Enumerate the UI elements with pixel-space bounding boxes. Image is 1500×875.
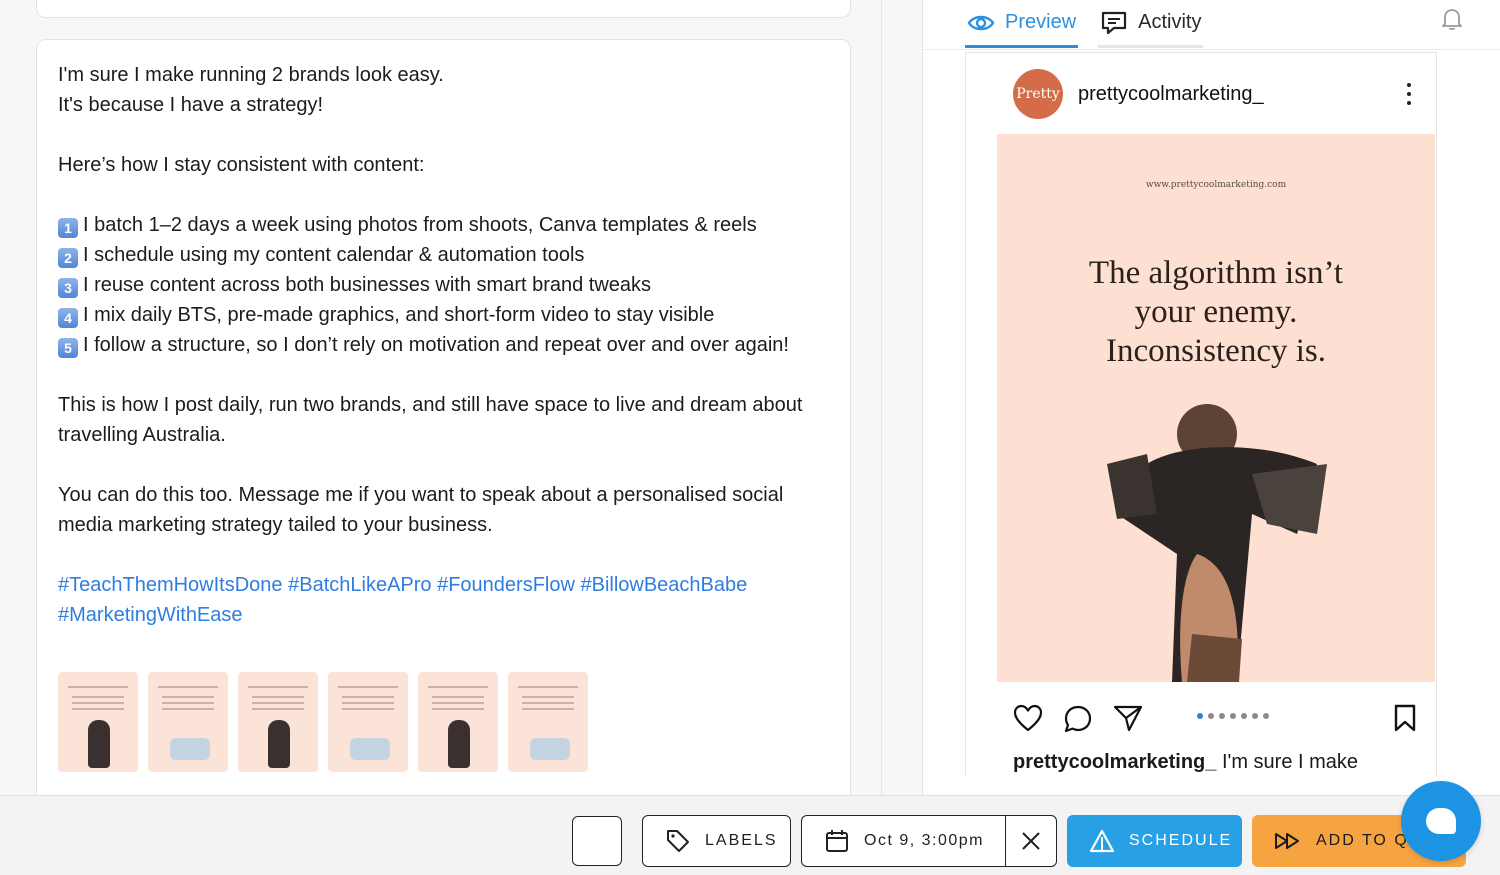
close-icon (1022, 832, 1040, 850)
avatar-text: Pretty (1016, 86, 1060, 102)
media-thumbnail[interactable] (58, 672, 138, 772)
tab-preview-label: Preview (1005, 11, 1077, 33)
comment-icon (1102, 11, 1127, 34)
send-icon[interactable] (1113, 704, 1143, 732)
carousel-dot (1252, 713, 1258, 719)
post-image: www.prettycoolmarketing.com The algorith… (997, 134, 1435, 682)
carousel-dot (1230, 713, 1236, 719)
tab-activity-label: Activity (1138, 11, 1202, 33)
tab-preview[interactable]: Preview (965, 0, 1079, 48)
bookmark-icon[interactable] (1393, 704, 1417, 732)
message-bubble-icon[interactable] (1063, 704, 1093, 734)
step-text: I follow a structure, so I don’t rely on… (83, 334, 789, 356)
keycap-number-icon: 4 (58, 308, 78, 328)
media-thumbnail[interactable] (328, 672, 408, 772)
carousel-dot (1219, 713, 1225, 719)
column-divider (881, 0, 882, 795)
caption-line: I'm sure I make running 2 brands look ea… (58, 64, 444, 86)
schedule-date-picker[interactable]: Oct 9, 3:00pm (801, 815, 1005, 867)
caption-paragraph: You can do this too. Message me if you w… (58, 484, 784, 536)
schedule-button-label: SCHEDULE (1129, 832, 1233, 849)
person-with-towel-illustration (1107, 404, 1327, 682)
labels-button-label: LABELS (705, 832, 778, 849)
caption-step: 1I batch 1–2 days a week using photos fr… (58, 210, 818, 240)
instagram-post-card: Pretty prettycoolmarketing_ www.prettyco… (997, 54, 1435, 772)
carousel-dot (1197, 713, 1203, 719)
post-username: prettycoolmarketing_ (1078, 82, 1264, 105)
caption-line: Here’s how I stay consistent with conten… (58, 154, 425, 176)
carousel-indicator (1197, 713, 1269, 719)
caption-username: prettycoolmarketing_ (1013, 751, 1217, 773)
schedule-triangle-icon (1089, 829, 1115, 853)
post-caption-preview: prettycoolmarketing_ I'm sure I make (997, 752, 1435, 772)
schedule-date-value: Oct 9, 3:00pm (864, 832, 984, 849)
support-chat-button[interactable] (1401, 781, 1481, 861)
carousel-dot (1241, 713, 1247, 719)
eye-icon (967, 15, 995, 30)
preview-tabs: Preview Activity (965, 0, 1204, 50)
preview-panel: Preview Activity Pretty prettycoolmarket… (922, 0, 1500, 795)
calendar-icon (826, 830, 848, 852)
clear-date-button[interactable] (1005, 815, 1057, 867)
chat-icon (1426, 808, 1456, 834)
post-header: Pretty prettycoolmarketing_ (997, 54, 1435, 134)
media-thumbnail[interactable] (418, 672, 498, 772)
keycap-number-icon: 2 (58, 248, 78, 268)
instagram-preview-frame: Pretty prettycoolmarketing_ www.prettyco… (965, 52, 1437, 777)
post-editor-column: I'm sure I make running 2 brands look ea… (0, 0, 882, 819)
caption-step: 3I reuse content across both businesses … (58, 270, 818, 300)
select-checkbox[interactable] (572, 816, 622, 866)
schedule-button[interactable]: SCHEDULE (1067, 815, 1242, 867)
media-thumbnail[interactable] (508, 672, 588, 772)
more-options-icon[interactable] (1399, 80, 1419, 108)
caption-text[interactable]: I'm sure I make running 2 brands look ea… (58, 60, 818, 630)
carousel-dot (1263, 713, 1269, 719)
avatar: Pretty (1013, 69, 1063, 119)
media-thumbnail[interactable] (148, 672, 228, 772)
keycap-number-icon: 1 (58, 218, 78, 238)
bottom-action-bar: LABELS Oct 9, 3:00pm SCHEDULE ADD TO QUE… (0, 795, 1500, 875)
step-text: I batch 1–2 days a week using photos fro… (83, 214, 757, 236)
bell-icon[interactable] (1439, 6, 1465, 32)
post-actions (997, 682, 1435, 752)
caption-step: 4I mix daily BTS, pre-made graphics, and… (58, 300, 818, 330)
heart-icon[interactable] (1013, 704, 1043, 732)
caption-paragraph: This is how I post daily, run two brands… (58, 394, 803, 446)
keycap-number-icon: 5 (58, 338, 78, 358)
tag-icon (667, 830, 689, 852)
media-thumbnails (58, 672, 588, 772)
caption-hashtags[interactable]: #TeachThemHowItsDone #BatchLikeAPro #Fou… (58, 570, 818, 630)
media-thumbnail[interactable] (238, 672, 318, 772)
labels-button[interactable]: LABELS (642, 815, 791, 867)
step-text: I reuse content across both businesses w… (83, 274, 652, 296)
app-root: I'm sure I make running 2 brands look ea… (0, 0, 1500, 875)
fast-forward-icon (1275, 833, 1299, 849)
previous-card (36, 0, 851, 18)
tab-activity[interactable]: Activity (1098, 0, 1204, 48)
keycap-number-icon: 3 (58, 278, 78, 298)
caption-step: 5I follow a structure, so I don’t rely o… (58, 330, 818, 360)
caption-line: It's because I have a strategy! (58, 94, 324, 116)
caption-snippet: I'm sure I make (1216, 751, 1359, 773)
caption-step: 2I schedule using my content calendar & … (58, 240, 818, 270)
carousel-dot (1208, 713, 1214, 719)
step-text: I mix daily BTS, pre-made graphics, and … (83, 304, 715, 326)
step-text: I schedule using my content calendar & a… (83, 244, 585, 266)
